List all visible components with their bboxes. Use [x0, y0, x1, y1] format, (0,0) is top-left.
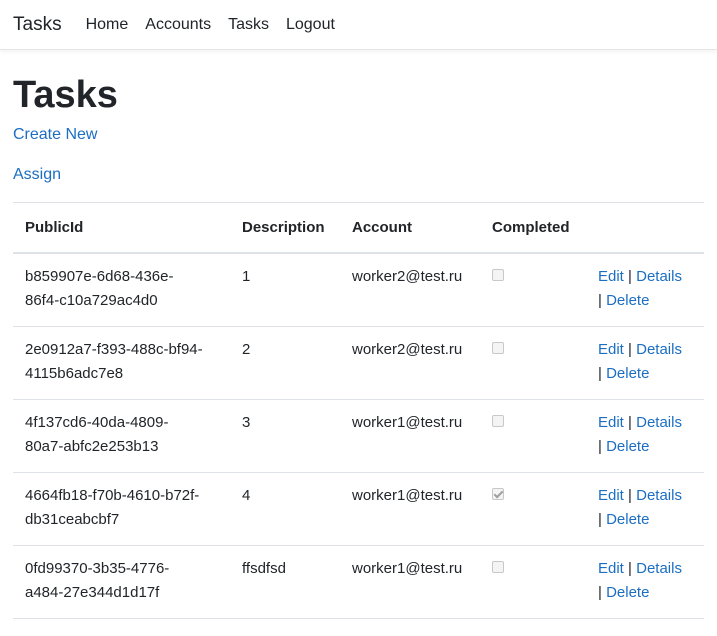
cell-description: 2 [230, 326, 340, 400]
brand-link[interactable]: Tasks [13, 14, 62, 36]
cell-completed [480, 472, 586, 546]
delete-link[interactable]: Delete [606, 292, 649, 309]
completed-checkbox[interactable] [492, 561, 504, 573]
publicid-line-1: 2e0912a7-f393-488c-bf94- [25, 341, 203, 358]
cell-account: worker1@test.ru [340, 545, 480, 619]
edit-link[interactable]: Edit [598, 341, 624, 358]
cell-completed [480, 545, 586, 619]
cell-actions: Edit | Details | Delete [586, 399, 704, 473]
table-header-row: PublicId Description Account Completed [13, 202, 704, 254]
details-link[interactable]: Details [636, 560, 682, 577]
separator: | [628, 414, 632, 431]
separator: | [628, 341, 632, 358]
publicid-line-2: 86f4-c10a729ac4d0 [25, 292, 158, 309]
cell-account: worker1@test.ru [340, 399, 480, 473]
delete-link[interactable]: Delete [606, 584, 649, 601]
edit-link[interactable]: Edit [598, 487, 624, 504]
create-new-link[interactable]: Create New [13, 126, 97, 143]
publicid-line-2: a484-27e344d1d17f [25, 584, 160, 601]
details-link[interactable]: Details [636, 487, 682, 504]
nav-link-tasks[interactable]: Tasks [228, 16, 269, 34]
cell-actions: Edit | Details | Delete [586, 472, 704, 546]
cell-publicid: 4664fb18-f70b-4610-b72f-db31ceabcbf7 [13, 472, 230, 546]
cell-actions: Edit | Details | Delete [586, 253, 704, 327]
header-description: Description [230, 202, 340, 254]
cell-description: 3 [230, 399, 340, 473]
publicid-line-1: 4664fb18-f70b-4610-b72f- [25, 487, 200, 504]
separator: | [628, 560, 632, 577]
completed-checkbox[interactable] [492, 342, 504, 354]
cell-account: worker2@test.ru [340, 326, 480, 400]
completed-checkbox[interactable] [492, 415, 504, 427]
separator: | [598, 292, 602, 309]
assign-paragraph: Assign [13, 165, 704, 185]
publicid-line-1: 4f137cd6-40da-4809- [25, 414, 169, 431]
nav-link-accounts[interactable]: Accounts [145, 16, 211, 34]
table-row: 0fd99370-3b35-4776- a484-27e344d1d17f ffs… [13, 545, 704, 619]
details-link[interactable]: Details [636, 414, 682, 431]
publicid-line-2: 80a7-abfc2e253b13 [25, 438, 159, 455]
delete-link[interactable]: Delete [606, 511, 649, 528]
cell-description: ffsdfsd [230, 545, 340, 619]
details-link[interactable]: Details [636, 341, 682, 358]
cell-actions: Edit | Details | Delete [586, 326, 704, 400]
cell-publicid: 2e0912a7-f393-488c-bf94- 4115b6adc7e8 [13, 326, 230, 400]
edit-link[interactable]: Edit [598, 268, 624, 285]
cell-account: worker2@test.ru [340, 253, 480, 327]
table-row: 2e0912a7-f393-488c-bf94- 4115b6adc7e8 2 w… [13, 326, 704, 400]
publicid-line-1: 0fd99370-3b35-4776- [25, 560, 170, 577]
header-completed: Completed [480, 202, 586, 254]
nav-link-logout[interactable]: Logout [286, 16, 335, 34]
edit-link[interactable]: Edit [598, 560, 624, 577]
cell-actions: Edit | Details | Delete [586, 545, 704, 619]
assign-link[interactable]: Assign [13, 166, 61, 183]
cell-description: 4 [230, 472, 340, 546]
main-content: Tasks Create New Assign PublicId Descrip… [0, 74, 717, 619]
cell-completed [480, 253, 586, 327]
separator: | [598, 511, 602, 528]
completed-checkbox[interactable] [492, 488, 504, 500]
cell-publicid: b859907e-6d68-436e- 86f4-c10a729ac4d0 [13, 253, 230, 327]
completed-checkbox[interactable] [492, 269, 504, 281]
table-row: b859907e-6d68-436e- 86f4-c10a729ac4d0 1 w… [13, 253, 704, 327]
table-row: 4f137cd6-40da-4809- 80a7-abfc2e253b13 3 w… [13, 399, 704, 473]
separator: | [628, 268, 632, 285]
cell-completed [480, 326, 586, 400]
delete-link[interactable]: Delete [606, 438, 649, 455]
cell-completed [480, 399, 586, 473]
tasks-table: PublicId Description Account Completed b… [13, 202, 704, 619]
separator: | [598, 438, 602, 455]
create-new-paragraph: Create New [13, 125, 704, 145]
separator: | [628, 487, 632, 504]
cell-publicid: 4f137cd6-40da-4809- 80a7-abfc2e253b13 [13, 399, 230, 473]
details-link[interactable]: Details [636, 268, 682, 285]
publicid-line-2: 4115b6adc7e8 [25, 365, 124, 382]
header-publicid: PublicId [13, 202, 230, 254]
header-account: Account [340, 202, 480, 254]
delete-link[interactable]: Delete [606, 365, 649, 382]
cell-account: worker1@test.ru [340, 472, 480, 546]
separator: | [598, 584, 602, 601]
edit-link[interactable]: Edit [598, 414, 624, 431]
navbar: Tasks Home Accounts Tasks Logout [0, 0, 717, 50]
nav-link-home[interactable]: Home [86, 16, 129, 34]
table-row: 4664fb18-f70b-4610-b72f-db31ceabcbf7 4 w… [13, 472, 704, 546]
cell-publicid: 0fd99370-3b35-4776- a484-27e344d1d17f [13, 545, 230, 619]
cell-description: 1 [230, 253, 340, 327]
publicid-line-1: b859907e-6d68-436e- [25, 268, 174, 285]
header-actions [586, 202, 704, 254]
page-title: Tasks [13, 74, 118, 116]
publicid-line-2: db31ceabcbf7 [25, 511, 120, 528]
separator: | [598, 365, 602, 382]
